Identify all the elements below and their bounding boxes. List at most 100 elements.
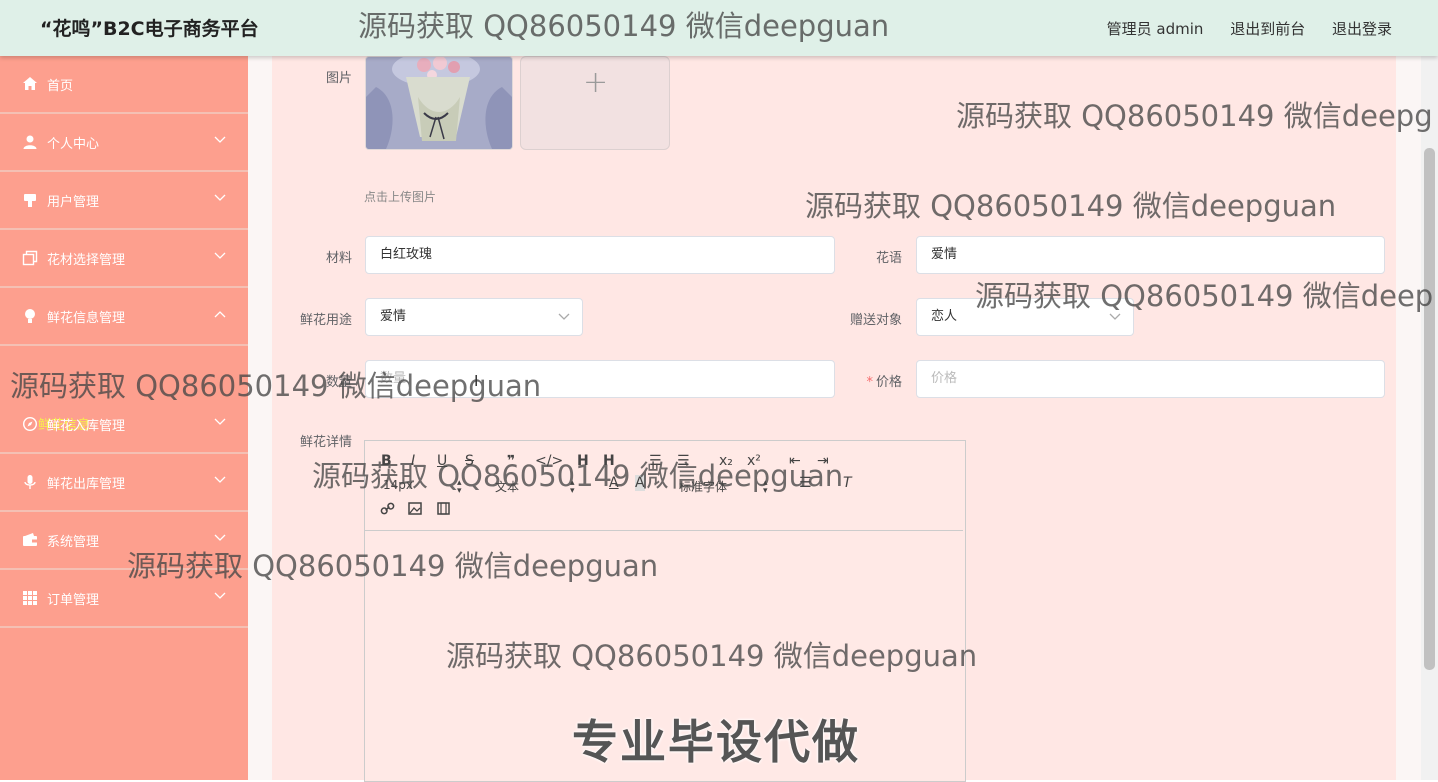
bouquet-image	[366, 57, 512, 149]
wallet-icon	[23, 533, 37, 546]
font-size-dropdown-icon: ▴ ▾	[457, 478, 462, 496]
usage-label: 鲜花用途	[299, 313, 352, 328]
chevron-down-icon	[214, 476, 226, 483]
price-label: * 价格	[830, 371, 902, 390]
text-style-select[interactable]: 文本	[495, 478, 519, 495]
plus-icon: +	[583, 65, 609, 100]
price-input[interactable]: 价格	[916, 360, 1385, 398]
grid-icon	[23, 591, 37, 605]
underline-icon[interactable]: U	[437, 453, 447, 469]
users-icon	[24, 194, 36, 207]
align-icon[interactable]: ☰	[799, 475, 812, 491]
site-title: “花鸣”B2C电子商务平台	[40, 18, 259, 40]
sidebar-item-label: 鲜花信息管理	[47, 311, 126, 326]
sidebar-item-outbound[interactable]: 鲜花出库管理	[0, 454, 248, 512]
font-family-select[interactable]: 标准字体	[679, 478, 727, 495]
flower-language-value: 爱情	[931, 247, 958, 262]
indent-icon[interactable]: ⇥	[817, 453, 829, 469]
sidebar-item-personal[interactable]: 个人中心	[0, 114, 248, 172]
outdent-icon[interactable]: ⇤	[789, 453, 801, 469]
chevron-down-icon	[214, 592, 226, 599]
font-size-select[interactable]: 14px	[383, 478, 413, 492]
text-cursor-icon: I	[474, 372, 479, 390]
price-placeholder: 价格	[931, 371, 958, 386]
link-icon[interactable]	[380, 501, 395, 516]
flower-image-thumbnail[interactable]	[365, 56, 513, 150]
top-bar: “花鸣”B2C电子商务平台 管理员 admin 退出到前台 退出登录	[0, 0, 1438, 56]
sidebar-item-materials[interactable]: 花材选择管理	[0, 230, 248, 288]
user-icon	[23, 135, 37, 149]
header1-icon[interactable]: H	[577, 453, 589, 469]
background-color-icon[interactable]: A	[635, 475, 645, 491]
sidebar-item-label: 用户管理	[47, 195, 100, 210]
bold-icon[interactable]: B	[381, 453, 392, 469]
upload-hint: 点击上传图片	[364, 190, 437, 204]
blockquote-icon[interactable]: ❞	[507, 453, 515, 469]
material-input[interactable]: 白红玫瑰	[365, 236, 835, 274]
recipient-select[interactable]: 恋人	[916, 298, 1134, 336]
recipient-selected-value: 恋人	[931, 309, 958, 324]
price-label-text: 价格	[875, 375, 902, 390]
sidebar-item-label: 首页	[47, 79, 74, 94]
copy-icon	[22, 250, 38, 266]
sidebar-item-orders[interactable]: 订单管理	[0, 570, 248, 628]
quantity-placeholder: 数量	[380, 371, 407, 386]
quantity-input[interactable]: 数量	[365, 360, 835, 398]
exit-to-front-link[interactable]: 退出到前台	[1230, 20, 1305, 38]
sidebar-item-home[interactable]: 首页	[0, 56, 248, 114]
admin-user-link[interactable]: 管理员 admin	[1107, 20, 1204, 38]
subscript-icon[interactable]: x₂	[719, 453, 733, 469]
chevron-down-icon	[214, 252, 226, 259]
bullet-list-icon[interactable]: ☰	[677, 453, 690, 469]
home-icon	[23, 77, 37, 90]
sidebar-item-label: 花材选择管理	[47, 253, 126, 268]
chevron-down-icon	[214, 136, 226, 143]
required-asterisk: *	[866, 375, 873, 390]
chevron-down-icon	[214, 418, 226, 425]
scrollbar-thumb[interactable]	[1424, 148, 1435, 670]
sidebar-item-system[interactable]: 系统管理	[0, 512, 248, 570]
font-family-dropdown-icon: ▴ ▾	[763, 478, 768, 496]
material-value: 白红玫瑰	[380, 247, 433, 262]
superscript-icon[interactable]: x²	[747, 453, 761, 469]
sidebar-item-label: 鲜花出库管理	[47, 477, 126, 492]
text-style-dropdown-icon: ▴ ▾	[570, 478, 575, 496]
ordered-list-icon[interactable]: ☰	[649, 453, 662, 469]
usage-select[interactable]: 爱情	[365, 298, 583, 336]
sidebar-item-users[interactable]: 用户管理	[0, 172, 248, 230]
strikethrough-icon[interactable]: S	[465, 453, 474, 469]
chevron-down-icon	[558, 313, 570, 320]
sidebar-item-label: 订单管理	[47, 593, 100, 608]
video-icon[interactable]	[437, 502, 450, 515]
code-block-icon[interactable]: </>	[535, 453, 563, 469]
chevron-down-icon	[1109, 313, 1121, 320]
image-icon[interactable]	[408, 502, 422, 515]
sidebar-item-label: 系统管理	[47, 535, 100, 550]
editor-toolbar: B I U S ❞ </> H H ☰ ☰ x₂ x² ⇤ ⇥ 14px ▴ ▾ …	[365, 441, 963, 531]
mic-icon	[24, 475, 36, 489]
usage-selected-value: 爱情	[380, 309, 407, 324]
details-label: 鲜花详情	[299, 435, 352, 450]
image-upload-button[interactable]: +	[520, 56, 670, 150]
sidebar: 首页 个人中心 用户管理 花材选择管理 鲜花信息管理 鲜花信息 鲜花入库管理 鲜…	[0, 56, 248, 780]
bulb-icon	[25, 309, 35, 323]
sidebar-item-label: 鲜花入库管理	[47, 419, 126, 434]
compass-icon	[22, 416, 38, 432]
clear-format-icon[interactable]: T	[843, 475, 852, 491]
italic-icon[interactable]: I	[411, 453, 415, 469]
image-label: 图片	[325, 71, 352, 86]
quantity-label: 数量	[325, 375, 352, 390]
flower-language-input[interactable]: 爱情	[916, 236, 1385, 274]
sidebar-item-label: 个人中心	[47, 137, 100, 152]
recipient-label: 赠送对象	[849, 313, 902, 328]
header2-icon[interactable]: H	[603, 453, 615, 469]
top-nav: 管理员 admin 退出到前台 退出登录	[1085, 18, 1392, 39]
sidebar-item-inbound[interactable]: 鲜花入库管理	[0, 396, 248, 454]
sidebar-item-flower-info[interactable]: 鲜花信息管理	[0, 288, 248, 346]
material-label: 材料	[325, 251, 352, 266]
font-color-icon[interactable]: A	[609, 475, 619, 491]
chevron-down-icon	[214, 534, 226, 541]
logout-link[interactable]: 退出登录	[1332, 20, 1392, 38]
flower-language-label: 花语	[875, 251, 902, 266]
chevron-down-icon	[214, 194, 226, 201]
